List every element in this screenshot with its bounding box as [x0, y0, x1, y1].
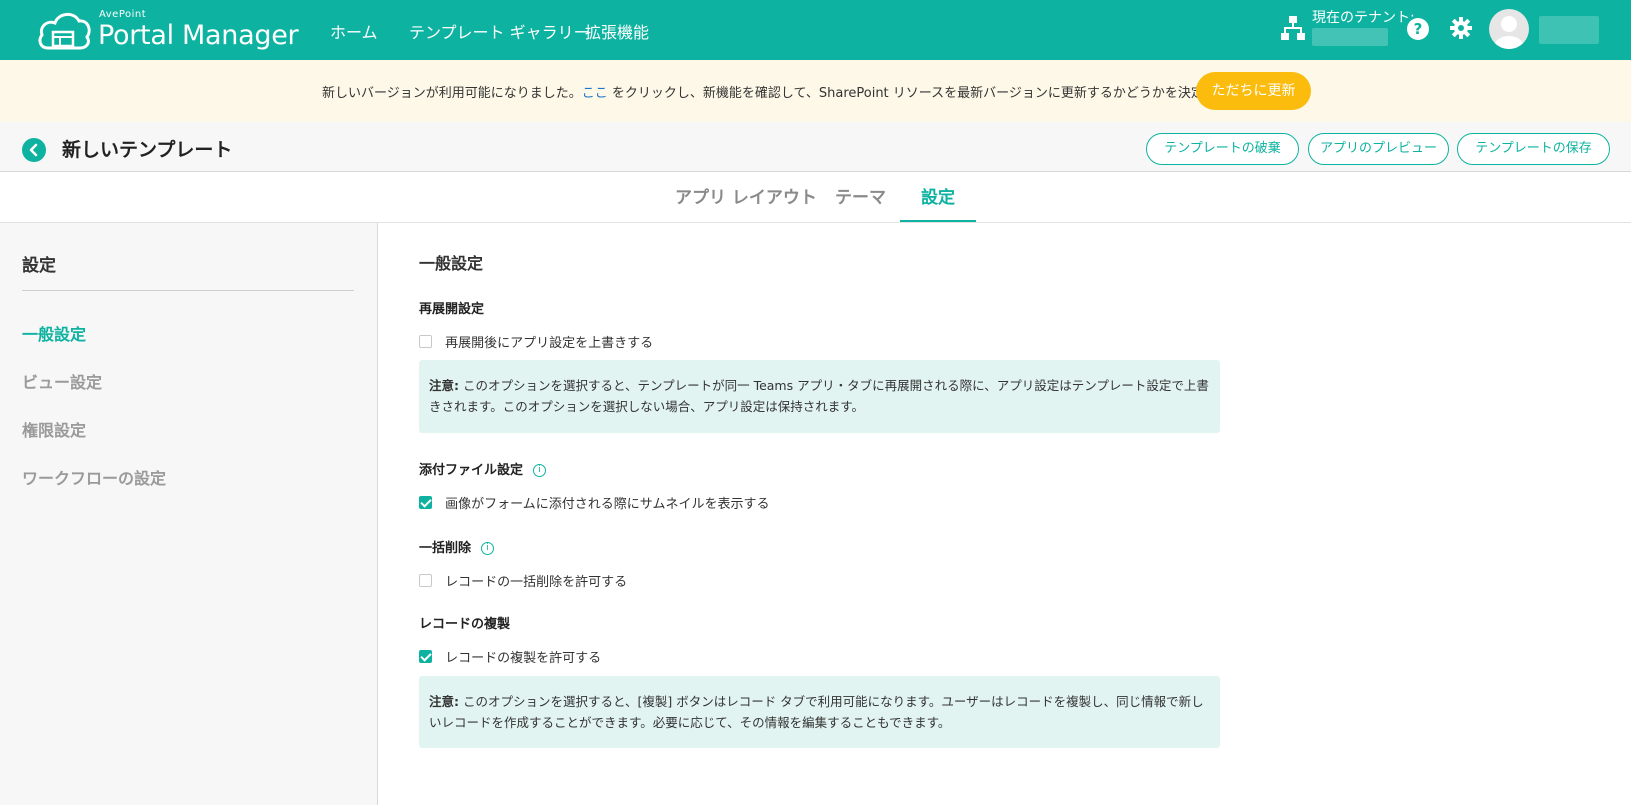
- cloud-logo-icon: [38, 13, 91, 50]
- tenant-name-redacted[interactable]: [1312, 28, 1388, 46]
- tab-settings[interactable]: 設定: [921, 183, 955, 208]
- help-icon[interactable]: ?: [1407, 18, 1429, 40]
- allow-bulk-delete-label: レコードの一括削除を許可する: [445, 575, 628, 590]
- tab-theme[interactable]: テーマ: [835, 183, 886, 208]
- sidebar-title: 設定: [22, 256, 56, 276]
- duplicate-note: 注意: このオプションを選択すると、[複製] ボタンはレコード タブで利用可能に…: [419, 676, 1220, 748]
- sidebar-item-view[interactable]: ビュー設定: [22, 369, 102, 393]
- logo-brand-small: AvePoint: [99, 9, 147, 20]
- info-icon[interactable]: i: [481, 542, 495, 555]
- banner-here-link[interactable]: ここ: [582, 86, 608, 101]
- save-template-button[interactable]: テンプレートの保存: [1457, 133, 1610, 165]
- back-button[interactable]: [22, 138, 46, 162]
- current-tenant-label: 現在のテナント:: [1312, 10, 1415, 26]
- preview-app-button[interactable]: アプリのプレビュー: [1308, 133, 1449, 165]
- info-icon[interactable]: i: [533, 464, 547, 477]
- update-now-button[interactable]: ただちに更新: [1196, 72, 1311, 110]
- update-banner: 新しいバージョンが利用可能になりました。ここ をクリックし、新機能を確認して、S…: [0, 60, 1631, 122]
- duplicate-note-text: このオプションを選択すると、[複製] ボタンはレコード タブで利用可能になります…: [429, 694, 1204, 730]
- top-navigation-bar: AvePoint Portal Manager ホーム テンプレート ギャラリー…: [0, 0, 1631, 60]
- portal-manager-logo[interactable]: AvePoint Portal Manager: [36, 6, 299, 54]
- nav-extensions[interactable]: 拡張機能: [585, 19, 649, 43]
- tab-app-layout[interactable]: アプリ レイアウト: [675, 183, 817, 208]
- page-title: 新しいテンプレート: [62, 139, 233, 161]
- overwrite-app-settings-option[interactable]: 再展開後にアプリ設定を上書きする: [419, 331, 654, 351]
- allow-duplicate-option[interactable]: レコードの複製を許可する: [419, 646, 602, 666]
- sidebar-item-workflow[interactable]: ワークフローの設定: [22, 465, 166, 489]
- duplicate-note-label: 注意:: [429, 694, 459, 709]
- general-settings-panel: 一般設定 再展開設定 再展開後にアプリ設定を上書きする 注意: このオプションを…: [379, 223, 1631, 805]
- banner-text-after: をクリックし、新機能を確認して、SharePoint リソースを最新バージョンに…: [607, 86, 1295, 101]
- page-header: 新しいテンプレート テンプレートの破棄 アプリのプレビュー テンプレートの保存: [0, 122, 1631, 172]
- sidebar-item-permissions[interactable]: 権限設定: [22, 417, 86, 441]
- attachment-settings-title-text: 添付ファイル設定: [419, 463, 524, 478]
- chevron-left-icon: [29, 143, 38, 157]
- show-thumbnail-checkbox[interactable]: [419, 496, 432, 509]
- banner-text-before: 新しいバージョンが利用可能になりました。: [322, 86, 582, 101]
- gear-icon[interactable]: [1449, 16, 1473, 40]
- banner-message: 新しいバージョンが利用可能になりました。ここ をクリックし、新機能を確認して、S…: [322, 82, 1294, 101]
- org-tree-icon[interactable]: [1280, 15, 1306, 41]
- duplicate-record-title: レコードの複製: [419, 617, 511, 632]
- tab-bar: アプリ レイアウト テーマ 設定: [0, 173, 1631, 223]
- section-title: 一般設定: [419, 254, 484, 273]
- allow-bulk-delete-option[interactable]: レコードの一括削除を許可する: [419, 570, 628, 590]
- bulk-delete-title-text: 一括削除: [419, 541, 472, 556]
- avatar-icon[interactable]: [1489, 9, 1529, 49]
- user-name-redacted[interactable]: [1539, 16, 1599, 44]
- nav-template-gallery[interactable]: テンプレート ギャラリー: [409, 19, 590, 43]
- overwrite-app-settings-checkbox[interactable]: [419, 335, 432, 348]
- overwrite-app-settings-label: 再展開後にアプリ設定を上書きする: [445, 336, 654, 351]
- sidebar-divider: [22, 290, 354, 291]
- redeploy-note: 注意: このオプションを選択すると、テンプレートが同一 Teams アプリ・タブ…: [419, 360, 1220, 433]
- redeploy-settings-title: 再展開設定: [419, 302, 485, 317]
- allow-duplicate-checkbox[interactable]: [419, 650, 432, 663]
- active-tab-indicator: [900, 220, 976, 222]
- redeploy-note-text: このオプションを選択すると、テンプレートが同一 Teams アプリ・タブに再展開…: [429, 378, 1209, 414]
- discard-template-button[interactable]: テンプレートの破棄: [1146, 133, 1299, 165]
- show-thumbnail-label: 画像がフォームに添付される際にサムネイルを表示する: [445, 497, 770, 512]
- settings-sidebar: 設定 一般設定 ビュー設定 権限設定 ワークフローの設定: [0, 223, 378, 805]
- nav-home[interactable]: ホーム: [330, 19, 378, 43]
- allow-bulk-delete-checkbox[interactable]: [419, 574, 432, 587]
- logo-product-name: Portal Manager: [98, 20, 299, 51]
- sidebar-item-general[interactable]: 一般設定: [22, 321, 86, 345]
- redeploy-note-label: 注意:: [429, 378, 459, 393]
- allow-duplicate-label: レコードの複製を許可する: [445, 651, 602, 666]
- bulk-delete-title: 一括削除 i: [419, 537, 495, 556]
- attachment-settings-title: 添付ファイル設定 i: [419, 459, 547, 478]
- show-thumbnail-option[interactable]: 画像がフォームに添付される際にサムネイルを表示する: [419, 492, 770, 512]
